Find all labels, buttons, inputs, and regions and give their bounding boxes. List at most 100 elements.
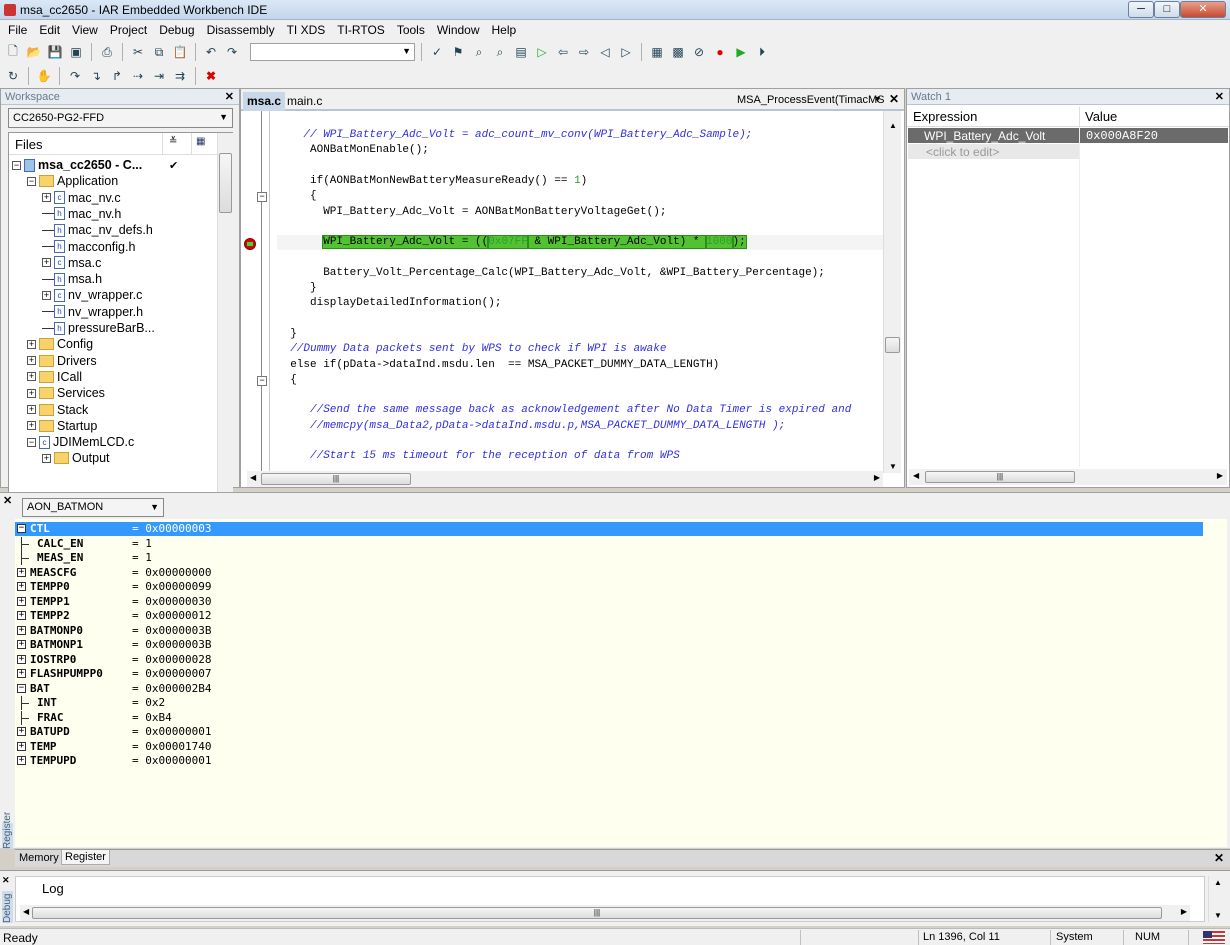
register-row[interactable]: + BATUPD = 0x00000001	[15, 725, 1203, 739]
go-icon[interactable]: ⇉	[171, 67, 189, 85]
next-icon[interactable]: ⇨	[575, 43, 593, 61]
tree-item[interactable]: + c nv_wrapper.c	[42, 287, 142, 303]
menu-debug[interactable]: Debug	[153, 23, 200, 37]
expand-icon[interactable]: +	[17, 654, 26, 664]
register-row[interactable]: + MEASCFG = 0x00000000	[15, 566, 1203, 580]
menu-ti-xds[interactable]: TI XDS	[281, 23, 332, 37]
log-hscrollbar[interactable]: ◀ ||| ▶	[20, 905, 1190, 921]
tree-item[interactable]: + Startup	[27, 418, 97, 434]
expand-icon[interactable]: +	[42, 290, 51, 300]
tree-item[interactable]: − msa_cc2650 - C... ✔	[12, 157, 178, 173]
register-value[interactable]: = 1	[132, 537, 152, 551]
nav-forward-icon[interactable]: ▷	[617, 43, 635, 61]
expand-icon[interactable]: +	[17, 611, 26, 620]
register-value[interactable]: = 0x00000099	[132, 580, 211, 594]
menu-file[interactable]: File	[2, 23, 33, 37]
close-icon[interactable]: ✕	[1215, 90, 1224, 103]
debug-icon[interactable]: ▶	[732, 43, 750, 61]
close-icon[interactable]: ✕	[225, 90, 234, 103]
register-value[interactable]: = 0x00000001	[132, 754, 211, 768]
expand-icon[interactable]: +	[17, 756, 26, 765]
download-debug-icon[interactable]: ⏵	[753, 43, 771, 61]
register-row[interactable]: FRAC = 0xB4	[15, 710, 1203, 725]
register-value[interactable]: = 0x00000001	[132, 725, 211, 739]
step-out-icon[interactable]: ↱	[108, 67, 126, 85]
expand-icon[interactable]: +	[27, 405, 36, 414]
menu-ti-rtos[interactable]: TI-RTOS	[331, 23, 391, 37]
tree-item[interactable]: + c msa.c	[42, 255, 101, 271]
minimize-button[interactable]: ─	[1128, 1, 1154, 18]
fold-icon[interactable]: −	[257, 192, 267, 202]
register-row[interactable]: + TEMPP2 = 0x00000012	[15, 609, 1203, 623]
register-row[interactable]: + BATMONP0 = 0x0000003B	[15, 624, 1203, 638]
menu-help[interactable]: Help	[486, 23, 523, 37]
search-combo[interactable]: ▼	[250, 43, 415, 61]
files-scrollbar[interactable]	[217, 133, 233, 545]
watch-hscrollbar[interactable]: ◀ ||| ▶	[909, 469, 1227, 485]
check-icon[interactable]: ✓	[428, 43, 446, 61]
collapse-icon[interactable]: −	[27, 176, 36, 186]
tree-item[interactable]: h mac_nv_defs.h	[42, 222, 153, 238]
value-column-header[interactable]: Value	[1085, 109, 1117, 124]
tree-item[interactable]: + Config	[27, 336, 93, 352]
tree-item[interactable]: + Services	[27, 385, 105, 401]
tree-item[interactable]: + Drivers	[27, 353, 97, 369]
expand-icon[interactable]: +	[42, 258, 51, 268]
find-icon[interactable]: ⌕	[470, 43, 488, 61]
register-row[interactable]: + TEMP = 0x00001740	[15, 740, 1203, 754]
menu-view[interactable]: View	[66, 23, 104, 37]
stop-build-icon[interactable]: ⊘	[690, 43, 708, 61]
step-into-icon[interactable]: ↴	[87, 67, 105, 85]
step-over-icon[interactable]: ↷	[66, 67, 84, 85]
tree-item[interactable]: − Application	[27, 173, 118, 189]
close-icon[interactable]: ✕	[2, 875, 10, 886]
register-value[interactable]: = 0x0000003B	[132, 624, 211, 638]
undo-icon[interactable]: ↶	[202, 43, 220, 61]
register-row[interactable]: + FLASHPUMPP0 = 0x00000007	[15, 667, 1203, 681]
close-button[interactable]: ✕	[1180, 1, 1226, 18]
tree-item[interactable]: h msa.h	[42, 271, 102, 287]
expand-icon[interactable]: +	[17, 582, 26, 591]
expression-column-header[interactable]: Expression	[913, 109, 977, 124]
run-to-cursor-icon[interactable]: ⇥	[150, 67, 168, 85]
tab-main-c[interactable]: main.c	[283, 92, 326, 111]
register-value[interactable]: = 0xB4	[132, 711, 172, 725]
tree-item[interactable]: + Output	[42, 450, 110, 466]
reset-icon[interactable]: ↻	[4, 67, 22, 85]
tree-item[interactable]: − c JDIMemLCD.c	[27, 434, 134, 450]
register-row[interactable]: − CTL = 0x00000003	[15, 522, 1203, 536]
next-bookmark-icon[interactable]: ▷	[533, 43, 551, 61]
close-icon[interactable]: ✕	[1214, 851, 1224, 865]
tree-item[interactable]: h macconfig.h	[42, 239, 135, 255]
build-column-icon[interactable]: ≚	[169, 136, 177, 147]
expand-icon[interactable]: +	[27, 339, 36, 349]
register-row[interactable]: + TEMPP1 = 0x00000030	[15, 595, 1203, 609]
editor-hscrollbar[interactable]: ◀ ||| ▶	[247, 471, 883, 487]
menu-disassembly[interactable]: Disassembly	[201, 23, 281, 37]
register-row[interactable]: + TEMPP0 = 0x00000099	[15, 580, 1203, 594]
compile-icon[interactable]: ▦	[648, 43, 666, 61]
register-row[interactable]: CALC_EN = 1	[15, 536, 1203, 551]
expand-icon[interactable]: +	[17, 596, 26, 606]
expand-icon[interactable]: +	[17, 669, 26, 678]
expand-icon[interactable]: +	[17, 640, 26, 649]
expand-icon[interactable]: +	[17, 741, 26, 751]
editor-vscrollbar[interactable]: ▲ ▼	[883, 111, 901, 473]
expand-icon[interactable]: +	[27, 421, 36, 431]
tree-item[interactable]: h pressureBarB...	[42, 320, 155, 336]
function-navigator[interactable]: MSA_ProcessEvent(TimacMS	[733, 92, 889, 111]
tab-register[interactable]: Register	[61, 850, 110, 865]
break-icon[interactable]: ✋	[35, 67, 53, 85]
breakpoint-current-statement-icon[interactable]	[244, 238, 256, 250]
register-group-select[interactable]: AON_BATMON ▼	[22, 498, 164, 517]
copy-icon[interactable]: ⧉	[150, 43, 168, 61]
configuration-select[interactable]: CC2650-PG2-FFD ▼	[8, 108, 233, 128]
tree-item[interactable]: + ICall	[27, 369, 82, 385]
goto-icon[interactable]: ▤	[512, 43, 530, 61]
register-value[interactable]: = 0x00001740	[132, 740, 211, 754]
menu-project[interactable]: Project	[104, 23, 153, 37]
chevron-down-icon[interactable]: ▼	[873, 94, 882, 104]
menu-tools[interactable]: Tools	[391, 23, 431, 37]
tree-item[interactable]: + c mac_nv.c	[42, 190, 121, 206]
register-row[interactable]: − BAT = 0x000002B4	[15, 682, 1203, 696]
